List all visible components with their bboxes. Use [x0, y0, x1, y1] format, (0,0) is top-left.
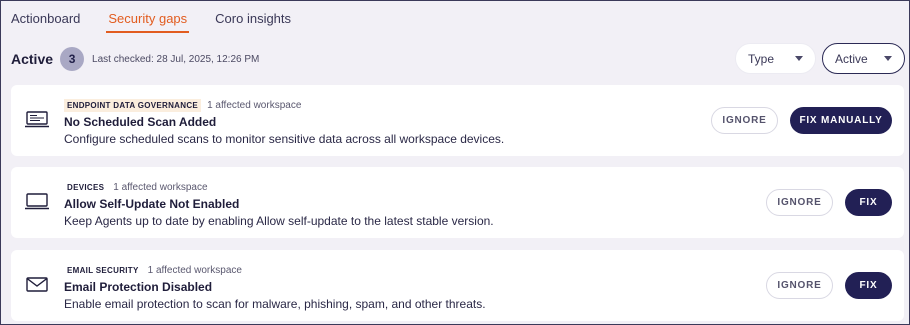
affected-count: 1 affected workspace [113, 182, 208, 193]
ignore-button[interactable]: IGNORE [766, 189, 833, 216]
fix-manually-button[interactable]: FIX MANUALLY [790, 107, 892, 134]
status-filter-select[interactable]: Active [822, 43, 905, 74]
security-gap-card: EMAIL SECURITY 1 affected workspace Emai… [11, 250, 904, 321]
status-filter-label: Active [835, 51, 868, 66]
tab-coro-insights[interactable]: Coro insights [215, 11, 291, 33]
chevron-down-icon [795, 56, 803, 61]
tab-security-gaps[interactable]: Security gaps [106, 11, 189, 33]
category-label: EMAIL SECURITY [67, 266, 139, 275]
affected-count: 1 affected workspace [207, 100, 302, 111]
card-title: Allow Self-Update Not Enabled [64, 197, 240, 211]
fix-button[interactable]: FIX [845, 189, 892, 216]
fix-button[interactable]: FIX [845, 272, 892, 299]
affected-count: 1 affected workspace [147, 265, 242, 276]
card-description: Enable email protection to scan for malw… [64, 297, 486, 311]
card-title: Email Protection Disabled [64, 280, 213, 294]
chevron-down-icon [884, 56, 892, 61]
type-filter-select[interactable]: Type [735, 43, 816, 74]
card-description: Keep Agents up to date by enabling Allow… [64, 214, 494, 228]
tab-bar: Actionboard Security gaps Coro insights [11, 1, 291, 33]
card-description: Configure scheduled scans to monitor sen… [64, 132, 505, 146]
laptop-icon [24, 192, 50, 212]
ignore-button[interactable]: IGNORE [711, 107, 778, 134]
type-filter-label: Type [748, 51, 775, 66]
card-title: No Scheduled Scan Added [64, 115, 217, 129]
laptop-data-icon [24, 110, 50, 130]
security-gap-card: ENDPOINT DATA GOVERNANCE 1 affected work… [11, 85, 904, 156]
last-checked-text: Last checked: 28 Jul, 2025, 12:26 PM [92, 53, 260, 65]
category-label: ENDPOINT DATA GOVERNANCE [64, 99, 202, 112]
count-badge: 3 [60, 47, 85, 71]
category-label: DEVICES [67, 183, 105, 192]
security-gap-card: DEVICES 1 affected workspace Allow Self-… [11, 167, 904, 238]
active-label: Active [11, 51, 54, 67]
ignore-button[interactable]: IGNORE [766, 272, 833, 299]
status-row: Active 3 Last checked: 28 Jul, 2025, 12:… [11, 47, 259, 71]
tab-actionboard[interactable]: Actionboard [11, 11, 80, 33]
envelope-icon [24, 275, 50, 295]
